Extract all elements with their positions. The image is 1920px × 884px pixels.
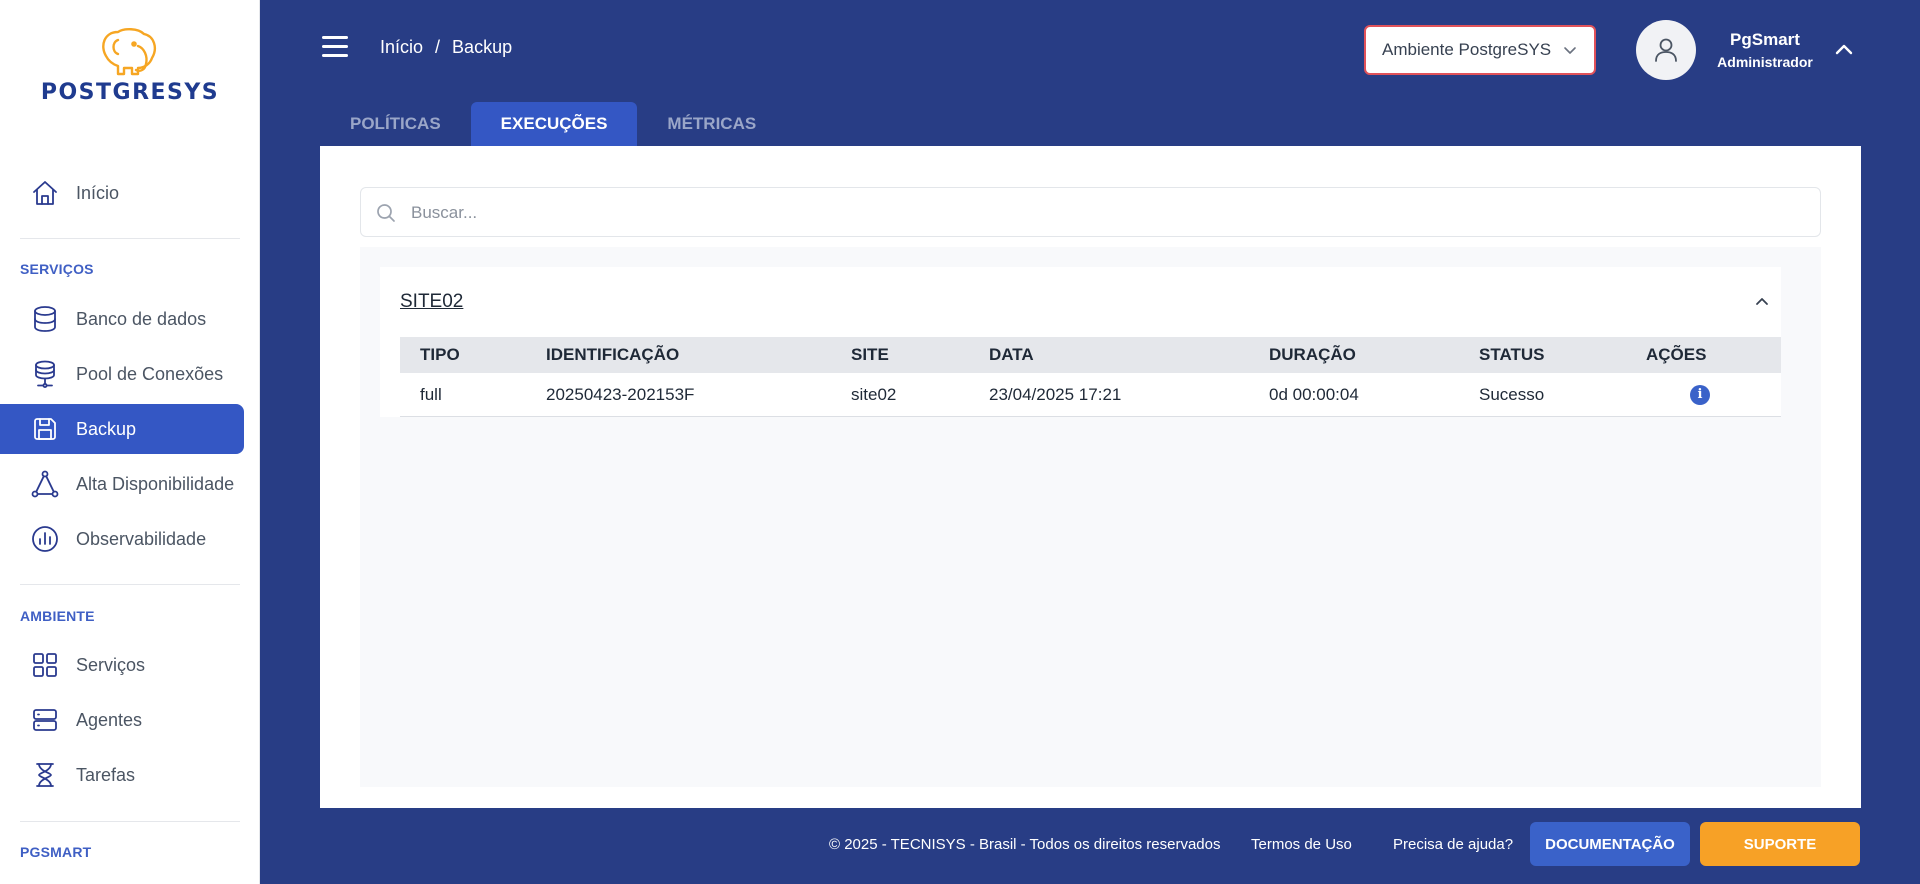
sidebar-item-banco-de-dados[interactable]: Banco de dados — [0, 294, 244, 344]
sidebar-item-agentes[interactable]: Agentes — [0, 695, 244, 745]
connection-pool-icon — [30, 359, 60, 389]
user-role: Administrador — [1717, 54, 1813, 70]
chevron-up-icon[interactable] — [1832, 38, 1856, 62]
tab-metricas[interactable]: MÉTRICAS — [637, 102, 786, 146]
sidebar-divider — [20, 584, 240, 585]
sidebar: POSTGRESYS Início SERVIÇOS Banco de dado… — [0, 0, 260, 884]
sidebar-divider — [20, 238, 240, 239]
tab-execucoes[interactable]: EXECUÇÕES — [470, 102, 638, 146]
table-row: full 20250423-202153F site02 23/04/2025 … — [400, 373, 1781, 417]
hamburger-line — [322, 36, 348, 39]
environment-select-value: Ambiente PostgreSYS — [1382, 40, 1552, 59]
grid-icon — [30, 650, 60, 680]
sidebar-item-alta-disponibilidade[interactable]: Alta Disponibilidade — [0, 459, 244, 509]
sidebar-divider — [20, 821, 240, 822]
sidebar-item-label: Backup — [76, 418, 137, 439]
documentation-button[interactable]: DOCUMENTAÇÃO — [1530, 822, 1690, 866]
home-icon — [30, 178, 60, 208]
cell-duracao: 0d 00:00:04 — [1269, 384, 1359, 404]
sidebar-item-label: Banco de dados — [76, 308, 207, 329]
column-header-duracao[interactable]: DURAÇÃO — [1269, 337, 1356, 373]
sidebar-item-tarefas[interactable]: Tarefas — [0, 750, 244, 800]
footer-copyright: © 2025 - TECNISYS - Brasil - Todos os di… — [829, 836, 1221, 853]
hourglass-icon — [30, 760, 60, 790]
column-header-status[interactable]: STATUS — [1479, 337, 1544, 373]
avatar[interactable] — [1636, 20, 1696, 80]
hamburger-line — [322, 45, 348, 48]
content-card: SITE02 TIPO IDENTIFICAÇÃO SITE DATA DURA… — [320, 146, 1861, 808]
hamburger-line — [322, 54, 348, 57]
environment-select[interactable]: Ambiente PostgreSYS — [1364, 25, 1596, 75]
column-header-data[interactable]: DATA — [989, 337, 1034, 373]
sidebar-item-label: Agentes — [76, 709, 143, 730]
section-title-servicos: SERVIÇOS — [20, 261, 94, 277]
cell-data: 23/04/2025 17:21 — [989, 384, 1122, 404]
database-icon — [30, 304, 60, 334]
user-icon — [1655, 38, 1677, 62]
sidebar-item-label: Início — [76, 182, 120, 203]
column-header-identificacao[interactable]: IDENTIFICAÇÃO — [546, 337, 679, 373]
user-info: PgSmart Administrador — [1710, 30, 1820, 70]
sidebar-item-pool-de-conexoes[interactable]: Pool de Conexões — [0, 349, 244, 399]
postgresys-logo[interactable]: POSTGRESYS — [24, 26, 236, 106]
sidebar-item-observabilidade[interactable]: Observabilidade — [0, 514, 244, 564]
section-title-pgsmart: PGSMART — [20, 844, 92, 860]
section-title-ambiente: AMBIENTE — [20, 608, 95, 624]
cell-identificacao: 20250423-202153F — [546, 384, 695, 404]
cell-acoes: i — [1690, 373, 1710, 416]
sidebar-item-backup[interactable]: Backup — [0, 404, 244, 454]
cell-tipo: full — [420, 384, 442, 404]
support-button[interactable]: SUPORTE — [1700, 822, 1860, 866]
footer-terms-link[interactable]: Termos de Uso — [1251, 836, 1352, 853]
chevron-up-icon[interactable] — [1751, 291, 1773, 313]
triangle-nodes-icon — [30, 469, 60, 499]
user-name: PgSmart — [1730, 30, 1800, 49]
footer: © 2025 - TECNISYS - Brasil - Todos os di… — [260, 822, 1920, 866]
top-bar: Início / Backup Ambiente PostgreSYS PgSm… — [260, 0, 1920, 100]
cell-status: Sucesso — [1479, 384, 1545, 404]
results-panel: SITE02 TIPO IDENTIFICAÇÃO SITE DATA DURA… — [360, 247, 1821, 787]
search-box — [360, 187, 1821, 237]
breadcrumb-current: Backup — [452, 37, 513, 57]
sidebar-item-label: Observabilidade — [76, 528, 207, 549]
tab-politicas[interactable]: POLÍTICAS — [320, 102, 471, 146]
info-icon[interactable]: i — [1690, 384, 1710, 405]
site-group-title[interactable]: SITE02 — [400, 291, 463, 313]
column-header-tipo[interactable]: TIPO — [420, 337, 460, 373]
chevron-down-icon — [1564, 47, 1576, 54]
tab-bar: POLÍTICAS EXECUÇÕES MÉTRICAS — [320, 102, 786, 146]
cell-site: site02 — [851, 384, 897, 404]
column-header-acoes: AÇÕES — [1646, 345, 1707, 364]
column-header-site[interactable]: SITE — [851, 337, 889, 373]
search-input[interactable] — [411, 198, 1791, 228]
site-group: SITE02 TIPO IDENTIFICAÇÃO SITE DATA DURA… — [380, 267, 1781, 417]
sidebar-item-servicos[interactable]: Serviços — [0, 640, 244, 690]
sidebar-item-label: Pool de Conexões — [76, 363, 224, 384]
server-icon — [30, 705, 60, 735]
table-header: TIPO IDENTIFICAÇÃO SITE DATA DURAÇÃO STA… — [400, 337, 1781, 373]
breadcrumb: Início / Backup — [380, 37, 512, 58]
save-icon — [30, 414, 60, 444]
breadcrumb-link-inicio[interactable]: Início — [380, 37, 423, 58]
sidebar-item-label: Alta Disponibilidade — [76, 473, 235, 494]
main-area: Início / Backup Ambiente PostgreSYS PgSm… — [260, 0, 1920, 884]
sidebar-item-label: Tarefas — [76, 764, 136, 785]
sidebar-item-label: Serviços — [76, 654, 146, 675]
search-icon — [377, 204, 395, 222]
logo-wordmark: POSTGRESYS — [40, 80, 220, 105]
footer-help-text: Precisa de ajuda? — [1393, 836, 1514, 853]
sidebar-item-inicio[interactable]: Início — [0, 168, 244, 218]
breadcrumb-separator: / — [435, 37, 441, 57]
bar-chart-circle-icon — [30, 524, 60, 554]
menu-toggle-button[interactable] — [322, 36, 348, 58]
elephant-logo-icon — [102, 28, 156, 76]
